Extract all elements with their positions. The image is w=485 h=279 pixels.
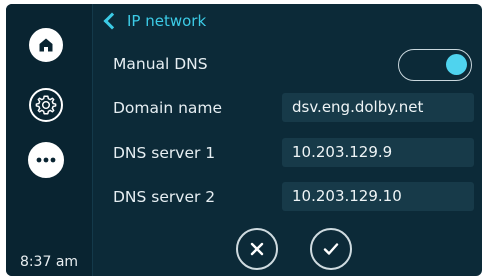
dns-server-2-label: DNS server 2: [113, 188, 216, 206]
cancel-button[interactable]: [236, 228, 278, 270]
sidebar: 8:37 am: [6, 4, 93, 276]
toggle-knob: [446, 54, 467, 75]
domain-name-label: Domain name: [113, 99, 223, 117]
gear-icon: [35, 95, 57, 115]
more-button[interactable]: [28, 142, 64, 178]
dns-server-1-field[interactable]: 10.203.129.9: [282, 138, 474, 167]
chevron-left-icon: [103, 12, 121, 30]
screen: 8:37 am IP network Manual DNS Domain nam…: [6, 4, 482, 276]
home-icon: [39, 38, 53, 52]
home-button[interactable]: [29, 28, 63, 62]
more-icon: [36, 157, 56, 163]
manual-dns-toggle[interactable]: [398, 49, 472, 81]
manual-dns-label: Manual DNS: [113, 55, 208, 73]
close-icon: [250, 242, 264, 256]
settings-button[interactable]: [29, 88, 63, 122]
confirm-button[interactable]: [310, 228, 352, 270]
check-icon: [323, 243, 339, 255]
dns-server-2-field[interactable]: 10.203.129.10: [282, 182, 474, 211]
domain-name-field[interactable]: dsv.eng.dolby.net: [282, 93, 474, 122]
page-title: IP network: [127, 12, 207, 30]
dns-server-1-label: DNS server 1: [113, 144, 216, 162]
clock: 8:37 am: [19, 254, 79, 270]
back-button[interactable]: IP network: [102, 10, 206, 32]
